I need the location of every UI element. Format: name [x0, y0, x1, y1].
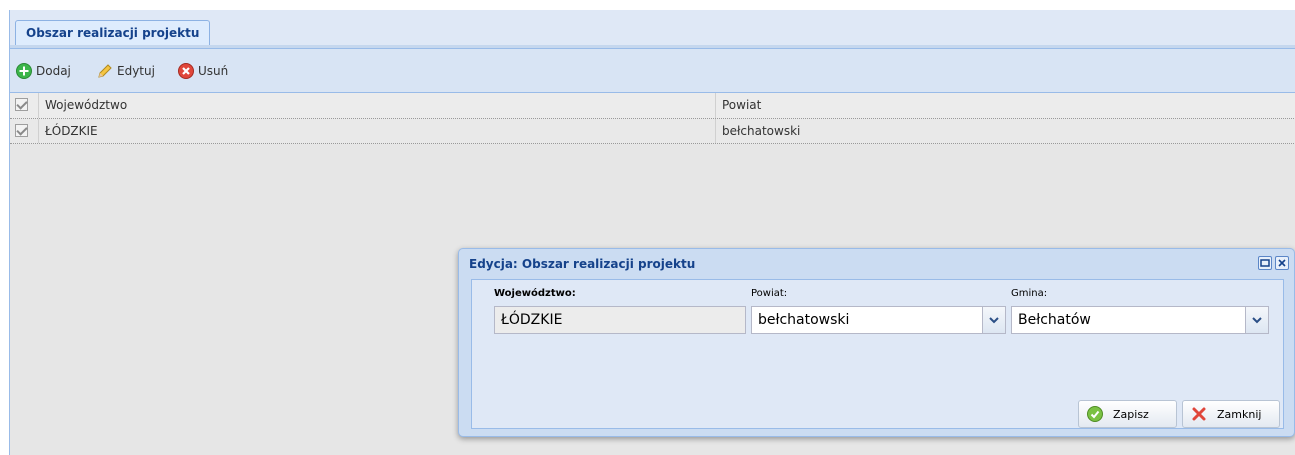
grid-header: Województwo Powiat — [10, 93, 1295, 119]
column-header-wojewodztwo[interactable]: Województwo — [45, 93, 127, 118]
tab-bar: Obszar realizacji projektu — [10, 10, 1295, 46]
add-icon — [16, 63, 32, 79]
close-button[interactable]: Zamknij — [1182, 400, 1280, 428]
save-button-label: Zapisz — [1113, 407, 1149, 421]
column-divider — [715, 119, 716, 143]
cancel-icon — [1191, 406, 1207, 422]
delete-button-label: Usuń — [198, 64, 229, 78]
wojewodztwo-label: Województwo: — [494, 288, 576, 299]
column-divider — [38, 119, 39, 143]
delete-icon — [178, 63, 194, 79]
edit-dialog: Edycja: Obszar realizacji projektu Wojew… — [458, 248, 1295, 437]
gmina-label: Gmina: — [1011, 288, 1048, 299]
chevron-down-icon[interactable] — [1245, 307, 1268, 333]
add-button-label: Dodaj — [36, 64, 71, 78]
close-button-label: Zamknij — [1217, 407, 1262, 421]
row-checkbox[interactable] — [15, 124, 28, 137]
edit-button[interactable]: Edytuj — [97, 61, 155, 81]
chevron-down-icon[interactable] — [982, 307, 1005, 333]
table-row[interactable]: ŁÓDZKIE bełchatowski — [10, 119, 1295, 144]
tab-project-area[interactable]: Obszar realizacji projektu — [15, 20, 211, 45]
powiat-select[interactable]: bełchatowski — [751, 306, 1006, 334]
cell-powiat: bełchatowski — [722, 124, 801, 138]
gmina-select[interactable]: Bełchatów — [1011, 306, 1269, 334]
edit-button-label: Edytuj — [117, 64, 155, 78]
check-icon — [1087, 406, 1103, 422]
column-header-powiat[interactable]: Powiat — [722, 93, 761, 118]
toolbar: Dodaj Edytuj Usuń — [10, 49, 1295, 93]
column-divider — [38, 93, 39, 118]
add-button[interactable]: Dodaj — [16, 61, 71, 81]
wojewodztwo-field[interactable]: ŁÓDZKIE — [494, 306, 746, 334]
delete-button[interactable]: Usuń — [178, 61, 228, 81]
close-icon[interactable] — [1275, 256, 1289, 270]
dialog-title: Edycja: Obszar realizacji projektu — [469, 257, 696, 271]
cell-wojewodztwo: ŁÓDZKIE — [45, 124, 98, 138]
powiat-label: Powiat: — [751, 288, 788, 299]
powiat-select-value: bełchatowski — [758, 312, 850, 328]
save-button[interactable]: Zapisz — [1078, 400, 1177, 428]
select-all-checkbox[interactable] — [15, 98, 28, 111]
edit-icon — [97, 63, 113, 79]
maximize-icon[interactable] — [1258, 256, 1272, 270]
gmina-select-value: Bełchatów — [1018, 312, 1091, 328]
column-divider — [715, 93, 716, 118]
